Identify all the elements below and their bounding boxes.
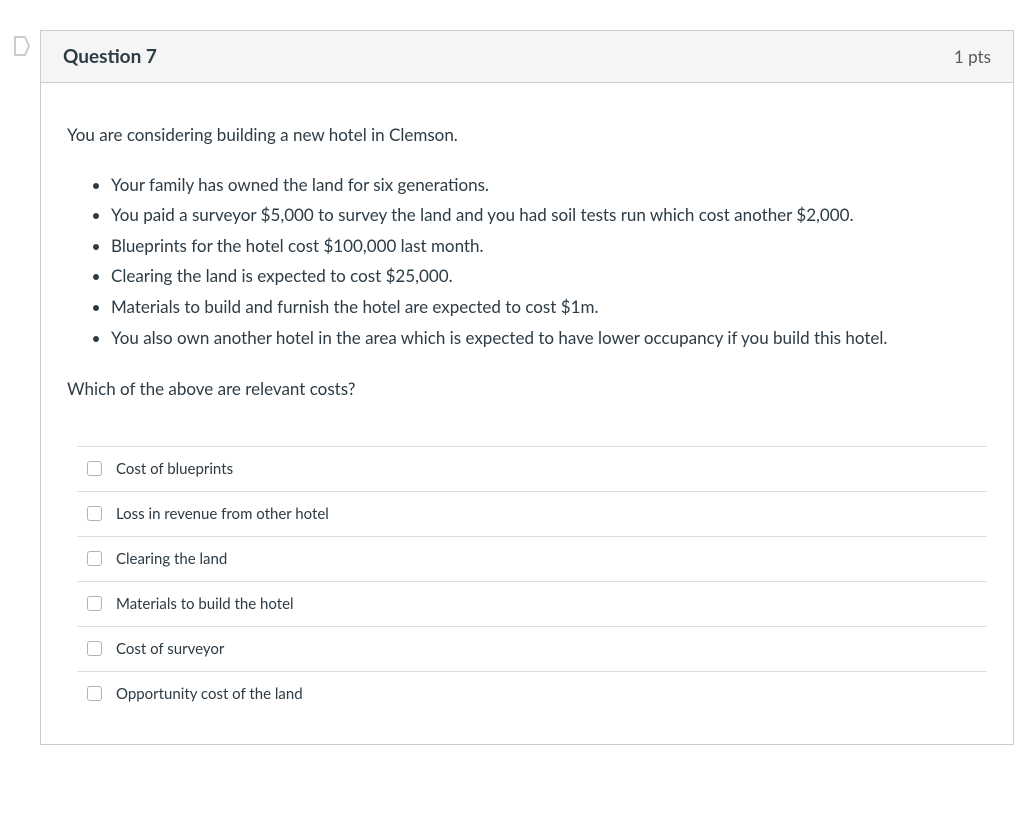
facts-list: Your family has owned the land for six g…	[67, 170, 987, 354]
checkbox-icon[interactable]	[87, 551, 102, 566]
question-card: Question 7 1 pts You are considering bui…	[40, 30, 1014, 745]
question-points: 1 pts	[954, 46, 991, 67]
answer-label: Opportunity cost of the land	[116, 685, 303, 703]
answer-label: Loss in revenue from other hotel	[116, 505, 329, 523]
answer-label: Cost of surveyor	[116, 640, 224, 658]
fact-item: Blueprints for the hotel cost $100,000 l…	[111, 231, 987, 262]
checkbox-icon[interactable]	[87, 506, 102, 521]
answer-option[interactable]: Cost of surveyor	[77, 626, 987, 671]
fact-item: You also own another hotel in the area w…	[111, 323, 987, 354]
checkbox-icon[interactable]	[87, 686, 102, 701]
fact-item: Materials to build and furnish the hotel…	[111, 292, 987, 323]
question-title: Question 7	[63, 45, 157, 68]
bookmark-icon[interactable]	[10, 34, 34, 58]
checkbox-icon[interactable]	[87, 596, 102, 611]
question-body: You are considering building a new hotel…	[41, 83, 1013, 744]
answer-option[interactable]: Loss in revenue from other hotel	[77, 491, 987, 536]
answer-label: Materials to build the hotel	[116, 595, 294, 613]
question-intro: You are considering building a new hotel…	[67, 123, 987, 148]
question-header: Question 7 1 pts	[41, 31, 1013, 83]
fact-item: Clearing the land is expected to cost $2…	[111, 261, 987, 292]
answer-label: Clearing the land	[116, 550, 227, 568]
answers-container: Cost of blueprints Loss in revenue from …	[77, 446, 987, 716]
fact-item: Your family has owned the land for six g…	[111, 170, 987, 201]
checkbox-icon[interactable]	[87, 461, 102, 476]
question-wrapper: Question 7 1 pts You are considering bui…	[10, 30, 1014, 745]
answer-option[interactable]: Cost of blueprints	[77, 446, 987, 491]
fact-item: You paid a surveyor $5,000 to survey the…	[111, 200, 987, 231]
answer-option[interactable]: Opportunity cost of the land	[77, 671, 987, 716]
answer-option[interactable]: Clearing the land	[77, 536, 987, 581]
checkbox-icon[interactable]	[87, 641, 102, 656]
answer-option[interactable]: Materials to build the hotel	[77, 581, 987, 626]
question-prompt: Which of the above are relevant costs?	[67, 377, 987, 402]
answer-label: Cost of blueprints	[116, 460, 233, 478]
